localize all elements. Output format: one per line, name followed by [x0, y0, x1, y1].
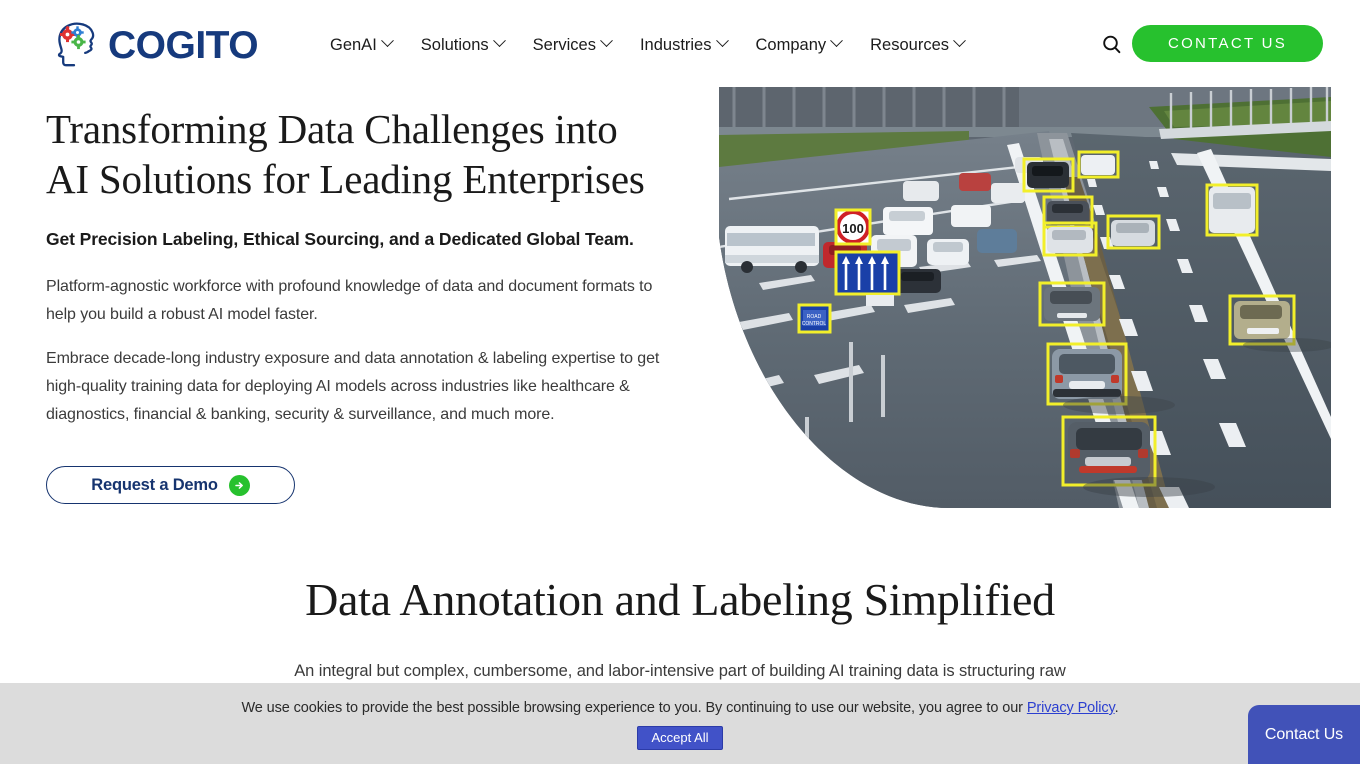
hero-subtitle: Get Precision Labeling, Ethical Sourcing…	[46, 229, 634, 249]
privacy-policy-link[interactable]: Privacy Policy	[1027, 700, 1115, 716]
svg-text:100: 100	[842, 221, 864, 236]
cookie-text-before: We use cookies to provide the best possi…	[241, 700, 1027, 716]
site-logo[interactable]: COGITO	[50, 16, 259, 72]
nav-item-label: GenAI	[330, 36, 377, 54]
cookie-consent-banner: We use cookies to provide the best possi…	[0, 683, 1360, 764]
cookie-text-after: .	[1114, 700, 1119, 716]
chevron-down-icon	[600, 34, 613, 48]
hero-paragraph-2: Embrace decade-long industry exposure an…	[46, 350, 660, 423]
road-control-sign: ROAD CONTROL	[799, 305, 830, 332]
highway-annotation-illustration: 100 ROAD CONTROL	[719, 87, 1331, 508]
hero-paragraph-1: Platform-agnostic workforce with profoun…	[46, 278, 653, 323]
page-title: Transforming Data Challenges into AI Sol…	[46, 104, 696, 204]
chevron-down-icon	[715, 34, 729, 48]
main-navigation: GenAI Solutions Services Industries Comp…	[330, 32, 966, 58]
nav-item-company[interactable]: Company	[755, 32, 843, 58]
nav-item-services[interactable]: Services	[532, 32, 613, 58]
section-data-annotation: Data Annotation and Labeling Simplified …	[0, 568, 1360, 685]
chevron-down-icon	[830, 34, 843, 48]
hero-content: Transforming Data Challenges into AI Sol…	[46, 104, 696, 429]
nav-item-label: Industries	[639, 36, 712, 54]
nav-item-label: Services	[532, 36, 596, 54]
nav-item-solutions[interactable]: Solutions	[420, 32, 506, 58]
section-title: Data Annotation and Labeling Simplified	[305, 574, 1055, 625]
svg-text:CONTROL: CONTROL	[802, 321, 827, 327]
nav-item-genai[interactable]: GenAI	[330, 32, 394, 58]
hero-image: 100 ROAD CONTROL	[719, 87, 1331, 508]
logo-wordmark: COGITO	[108, 23, 259, 67]
cookie-text: We use cookies to provide the best possi…	[0, 697, 1360, 719]
chevron-down-icon	[492, 34, 506, 48]
search-button[interactable]	[1100, 33, 1124, 57]
page-root: COGITO GenAI Solutions Services Industri…	[0, 0, 1360, 764]
brain-gears-head-icon	[57, 22, 95, 67]
nav-item-label: Company	[755, 36, 827, 54]
nav-item-resources[interactable]: Resources	[870, 32, 966, 58]
search-icon	[1103, 35, 1121, 54]
nav-item-label: Solutions	[420, 36, 489, 54]
accept-all-button[interactable]: Accept All	[637, 726, 723, 750]
lane-arrows-sign	[836, 252, 899, 294]
chevron-down-icon	[380, 34, 394, 48]
chevron-down-icon	[953, 34, 966, 48]
contact-us-button[interactable]: CONTACT US	[1132, 25, 1323, 62]
svg-text:ROAD: ROAD	[807, 314, 822, 320]
speed-limit-sign: 100	[836, 210, 870, 244]
site-header: COGITO GenAI Solutions Services Industri…	[0, 0, 1360, 86]
request-demo-label: Request a Demo	[91, 475, 218, 494]
hero-title-line-1: Transforming Data Challenges into	[46, 106, 618, 152]
nav-item-industries[interactable]: Industries	[639, 32, 729, 58]
section-paragraph: An integral but complex, cumbersome, and…	[294, 662, 1066, 680]
hero-title-line-2: AI Solutions for Leading Enterprises	[46, 156, 645, 202]
nav-item-label: Resources	[870, 36, 949, 54]
request-demo-button[interactable]: Request a Demo	[46, 466, 295, 504]
arrow-right-circle-icon	[228, 474, 250, 496]
contact-us-tab[interactable]: Contact Us	[1248, 705, 1360, 764]
